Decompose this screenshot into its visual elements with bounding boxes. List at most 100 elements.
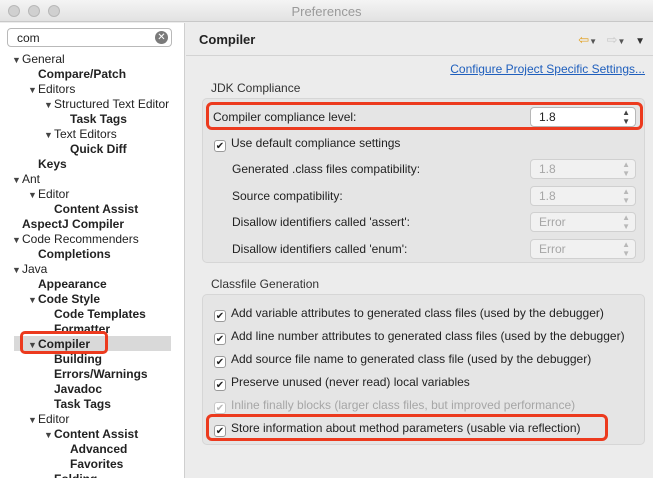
page-header: Compiler ⇦▼ ⇨▼ ▼ [186, 23, 653, 56]
disallow-assert-select[interactable]: Error ▲ ▼ [530, 212, 636, 232]
generated-class-compat-select[interactable]: 1.8 ▲ ▼ [530, 159, 636, 179]
tree-item-label: Editors [38, 82, 76, 96]
view-menu-icon[interactable]: ▼ [635, 36, 645, 47]
tree-item[interactable]: ▼Structured Text Editor [44, 97, 169, 112]
expand-chevron-icon[interactable]: ▼ [44, 128, 54, 143]
source-compat-select[interactable]: 1.8 ▲ ▼ [530, 186, 636, 206]
preferences-sidebar: com ✕ ▼General Compare/Patch ▼Editors ▼Stru… [0, 23, 185, 478]
tree-item-label: AspectJ Compiler [22, 217, 125, 231]
tree-item[interactable]: ▼Ant [12, 172, 40, 187]
tree-item[interactable]: Compare/Patch [28, 67, 126, 82]
tree-item[interactable]: Task Tags [60, 112, 127, 127]
disallow-enum-value: Error [539, 242, 566, 256]
tree-item-label: Task Tags [70, 112, 127, 126]
tree-item[interactable]: Javadoc [44, 382, 102, 397]
compliance-highlight-box [206, 102, 643, 130]
clear-filter-icon[interactable]: ✕ [155, 31, 168, 44]
tree-item-label: Editor [38, 187, 70, 201]
tree-item-label: Content Assist [54, 202, 139, 216]
source-compat-label: Source compatibility: [232, 189, 343, 203]
tree-item-label: Quick Diff [70, 142, 127, 156]
tree-item-label: Keys [38, 157, 67, 171]
filter-input[interactable]: com ✕ [7, 28, 172, 47]
tree-item[interactable]: Building [44, 352, 102, 367]
preference-page: Compiler ⇦▼ ⇨▼ ▼ Configure Project Speci… [186, 23, 653, 478]
jdk-compliance-title: JDK Compliance [211, 81, 301, 95]
select-arrows-icon: ▲ ▼ [622, 160, 630, 178]
tree-item[interactable]: Quick Diff [60, 142, 127, 157]
tree-item-label: Completions [38, 247, 111, 261]
tree-item[interactable]: Task Tags [44, 397, 111, 412]
tree-item[interactable]: ▼Code Recommenders [12, 232, 139, 247]
expand-chevron-icon[interactable]: ▼ [44, 98, 54, 113]
disallow-assert-label: Disallow identifiers called 'assert': [232, 215, 410, 229]
forward-menu-chevron-icon[interactable]: ▼ [618, 37, 626, 46]
checkbox-checked-icon[interactable]: ✔ [214, 140, 226, 152]
tree-item[interactable]: ▼Editor [28, 187, 69, 202]
classfile-option-checkbox[interactable]: ✔ Add variable attributes to generated cl… [214, 304, 604, 322]
tree-item-label: Code Style [38, 292, 101, 306]
tree-item-label: Task Tags [54, 397, 111, 411]
expand-chevron-icon[interactable]: ▼ [44, 428, 54, 443]
tree-item[interactable]: ▼General [12, 52, 65, 67]
tree-item[interactable]: AspectJ Compiler [12, 217, 124, 232]
expand-chevron-icon[interactable]: ▼ [12, 233, 22, 248]
tree-item[interactable]: Appearance [28, 277, 107, 292]
disallow-enum-select[interactable]: Error ▲ ▼ [530, 239, 636, 259]
forward-arrow-icon[interactable]: ⇨ [607, 32, 618, 47]
generated-class-compat-label: Generated .class files compatibility: [232, 162, 421, 176]
tree-item-label: Advanced [70, 442, 128, 456]
tree-item-label: Editor [38, 412, 70, 426]
tree-item[interactable]: ▼Editors [28, 82, 75, 97]
source-compat-value: 1.8 [539, 189, 556, 203]
classfile-option-label: Inline finally blocks (larger class file… [231, 398, 576, 412]
checkbox-checked-icon[interactable]: ✔ [214, 356, 226, 368]
tree-item-label: Structured Text Editor [54, 97, 170, 111]
tree-item[interactable]: ▼Text Editors [44, 127, 117, 142]
expand-chevron-icon[interactable]: ▼ [28, 413, 38, 428]
expand-chevron-icon[interactable]: ▼ [12, 263, 22, 278]
checkbox-checked-icon[interactable]: ✔ [214, 379, 226, 391]
expand-chevron-icon[interactable]: ▼ [28, 293, 38, 308]
checkbox-checked-icon[interactable]: ✔ [214, 333, 226, 345]
expand-chevron-icon[interactable]: ▼ [12, 53, 22, 68]
checkbox-checked-icon[interactable]: ✔ [214, 310, 226, 322]
window-title: Preferences [291, 4, 362, 19]
tree-item[interactable]: Errors/Warnings [44, 367, 148, 382]
select-arrows-icon: ▲ ▼ [622, 187, 630, 205]
back-menu-chevron-icon[interactable]: ▼ [589, 37, 597, 46]
tree-item[interactable]: ▼Code Style [28, 292, 100, 307]
classfile-option-label: Add variable attributes to generated cla… [231, 306, 604, 320]
tree-item[interactable]: ▼Content Assist [44, 427, 138, 442]
method-parameters-highlight-box [206, 414, 608, 441]
tree-item[interactable]: Content Assist [44, 202, 138, 217]
back-arrow-icon[interactable]: ⇦ [578, 32, 589, 47]
use-default-compliance-checkbox[interactable]: ✔ Use default compliance settings [214, 134, 400, 152]
expand-chevron-icon[interactable]: ▼ [28, 188, 38, 203]
tree-item[interactable]: Folding [44, 472, 97, 478]
tree-item[interactable]: ▼Editor [28, 412, 69, 427]
select-arrows-icon: ▲ ▼ [622, 213, 630, 231]
classfile-option-checkbox[interactable]: ✔ Add line number attributes to generated… [214, 327, 625, 345]
tree-item-label: Folding [54, 472, 97, 478]
tree-item[interactable]: Advanced [60, 442, 127, 457]
configure-project-settings-link[interactable]: Configure Project Specific Settings... [450, 62, 645, 76]
classfile-option-checkbox[interactable]: ✔ Preserve unused (never read) local vari… [214, 373, 470, 391]
classfile-option-checkbox: ✔ Inline finally blocks (larger class fil… [214, 396, 575, 414]
tree-item[interactable]: Keys [28, 157, 67, 172]
expand-chevron-icon[interactable]: ▼ [28, 83, 38, 98]
tree-item[interactable]: Completions [28, 247, 111, 262]
classfile-option-checkbox[interactable]: ✔ Add source file name to generated class… [214, 350, 591, 368]
classfile-generation-title: Classfile Generation [211, 277, 320, 291]
tree-item[interactable]: Code Templates [44, 307, 146, 322]
tree-item[interactable]: ▼Java [12, 262, 47, 277]
disallow-assert-value: Error [539, 215, 566, 229]
tree-item-label: Errors/Warnings [54, 367, 148, 381]
filter-input-value[interactable]: com [17, 31, 40, 45]
tree-item[interactable]: Favorites [60, 457, 123, 472]
select-arrows-icon: ▲ ▼ [622, 240, 630, 258]
expand-chevron-icon[interactable]: ▼ [12, 173, 22, 188]
tree-item-label: Ant [22, 172, 41, 186]
page-title: Compiler [199, 32, 256, 47]
tree-item-label: Appearance [38, 277, 107, 291]
